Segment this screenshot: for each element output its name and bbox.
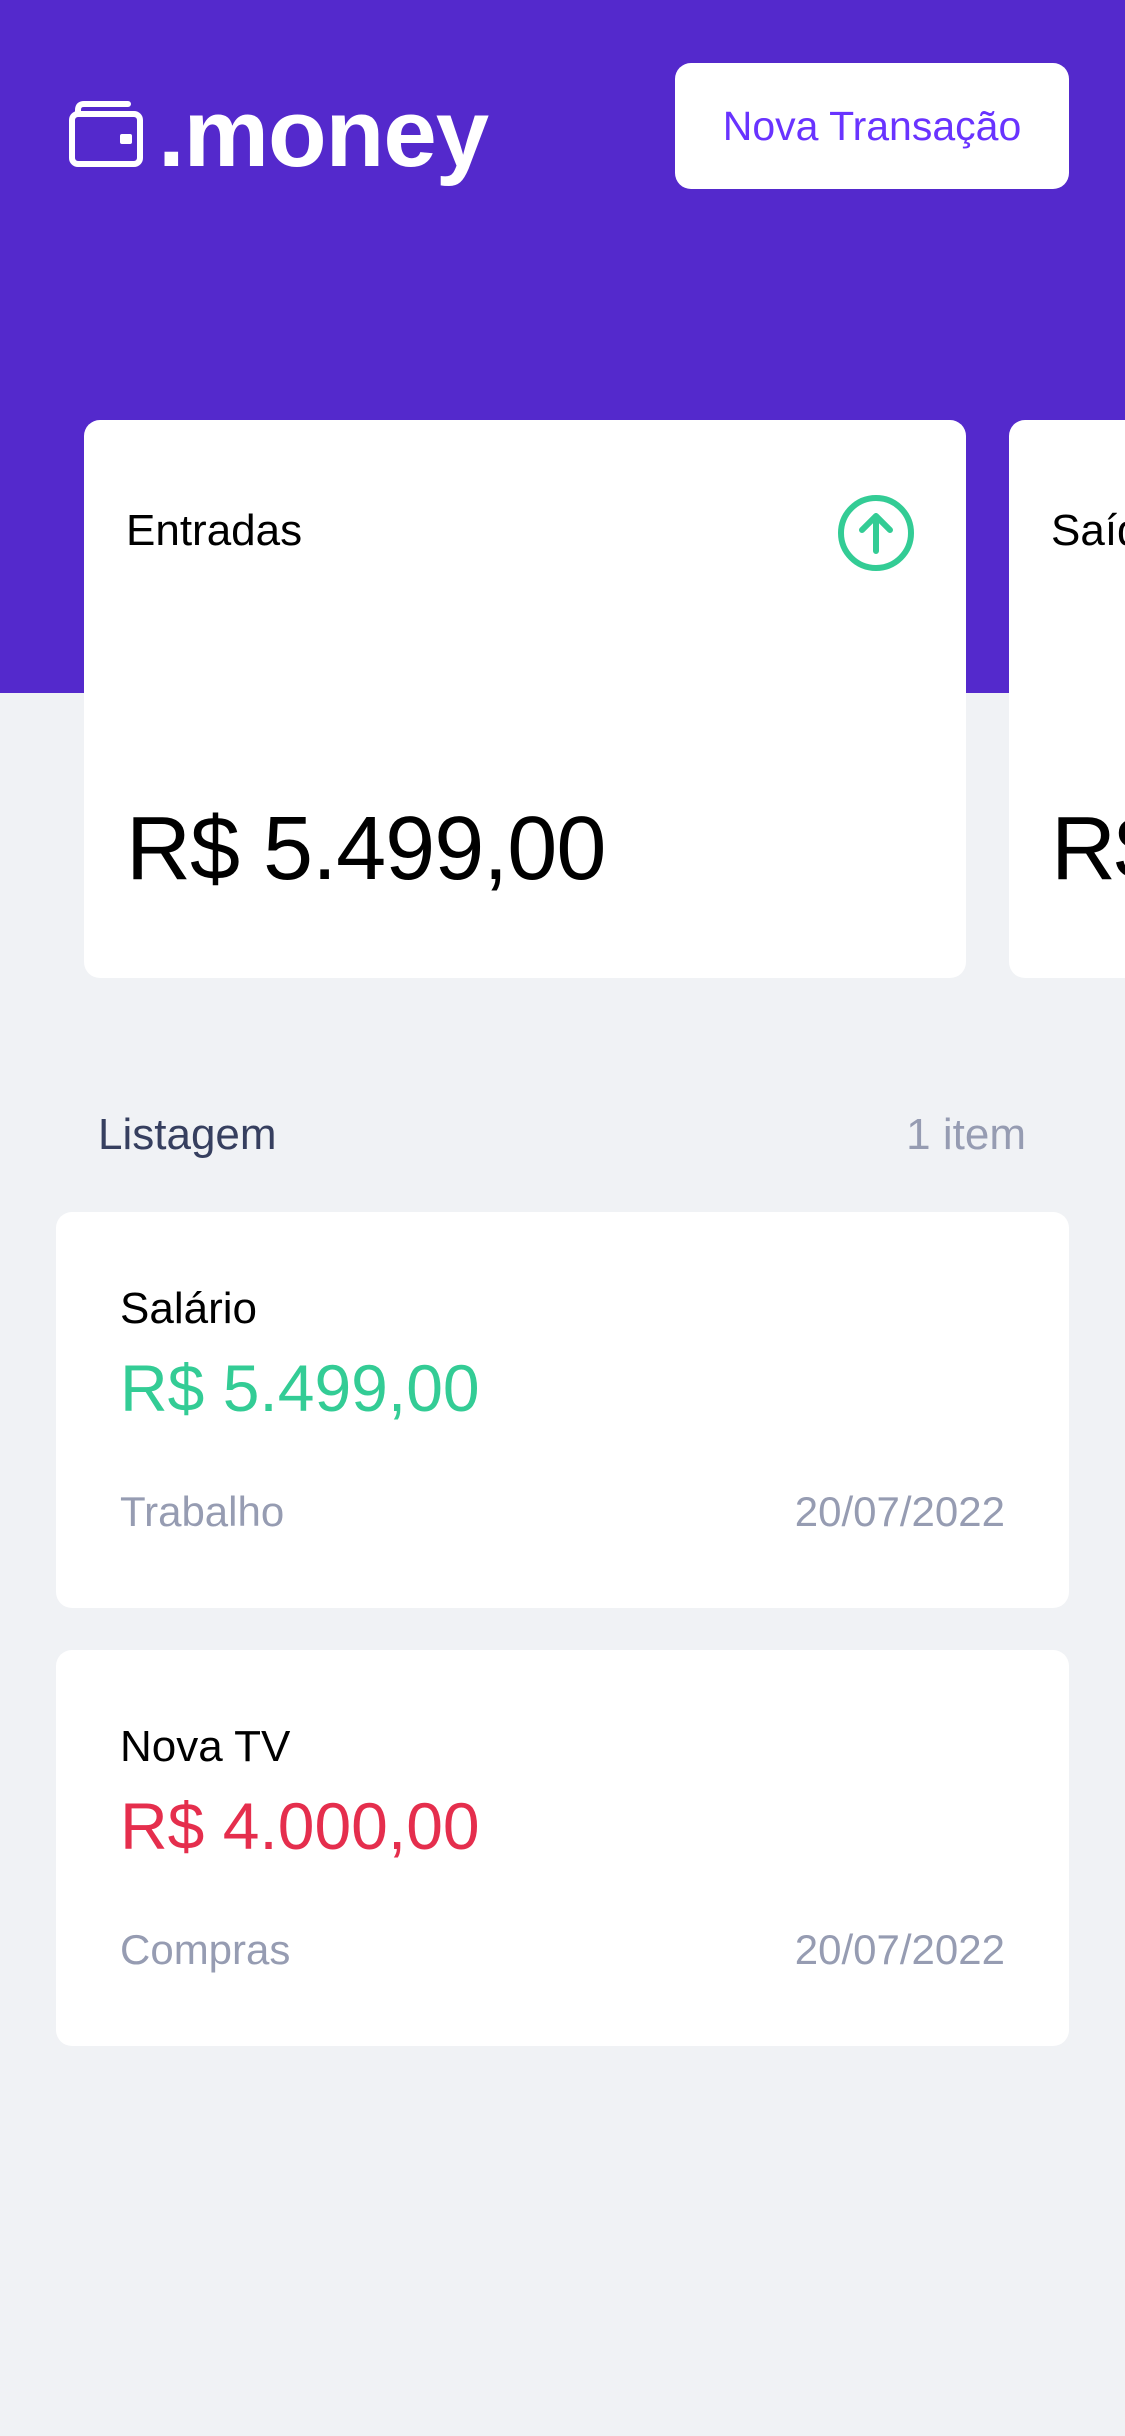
logo: .money — [68, 80, 489, 187]
card-amount: R$ 5.499,00 — [126, 799, 606, 899]
listing-count: 1 item — [906, 1110, 1026, 1159]
card-amount: R$ — [1051, 799, 1125, 899]
transaction-card[interactable]: Salário R$ 5.499,00 Trabalho 20/07/2022 — [56, 1212, 1069, 1608]
transaction-category: Compras — [120, 1926, 291, 1973]
income-summary-card: Entradas R$ 5.499,00 — [84, 420, 966, 978]
transaction-date: 20/07/2022 — [794, 1926, 1005, 1973]
listing-title: Listagem — [98, 1110, 277, 1159]
card-title: Entradas — [126, 506, 303, 555]
listing-header: Listagem 1 item — [98, 1110, 1026, 1160]
wallet-icon — [68, 100, 144, 168]
summary-carousel[interactable]: Entradas R$ 5.499,00 Saíd R$ — [0, 420, 1125, 978]
transaction-amount: R$ 4.000,00 — [120, 1789, 480, 1863]
outcome-summary-card: Saíd R$ — [1009, 420, 1125, 978]
arrow-up-circle-icon — [837, 494, 915, 577]
logo-text: .money — [158, 80, 489, 187]
transaction-title: Salário — [120, 1284, 257, 1333]
transaction-amount: R$ 5.499,00 — [120, 1351, 480, 1425]
transaction-category: Trabalho — [120, 1488, 285, 1535]
card-title: Saíd — [1051, 506, 1125, 555]
transaction-date: 20/07/2022 — [794, 1488, 1005, 1535]
new-transaction-button[interactable]: Nova Transação — [675, 63, 1069, 189]
transaction-title: Nova TV — [120, 1722, 291, 1771]
transaction-card[interactable]: Nova TV R$ 4.000,00 Compras 20/07/2022 — [56, 1650, 1069, 2046]
